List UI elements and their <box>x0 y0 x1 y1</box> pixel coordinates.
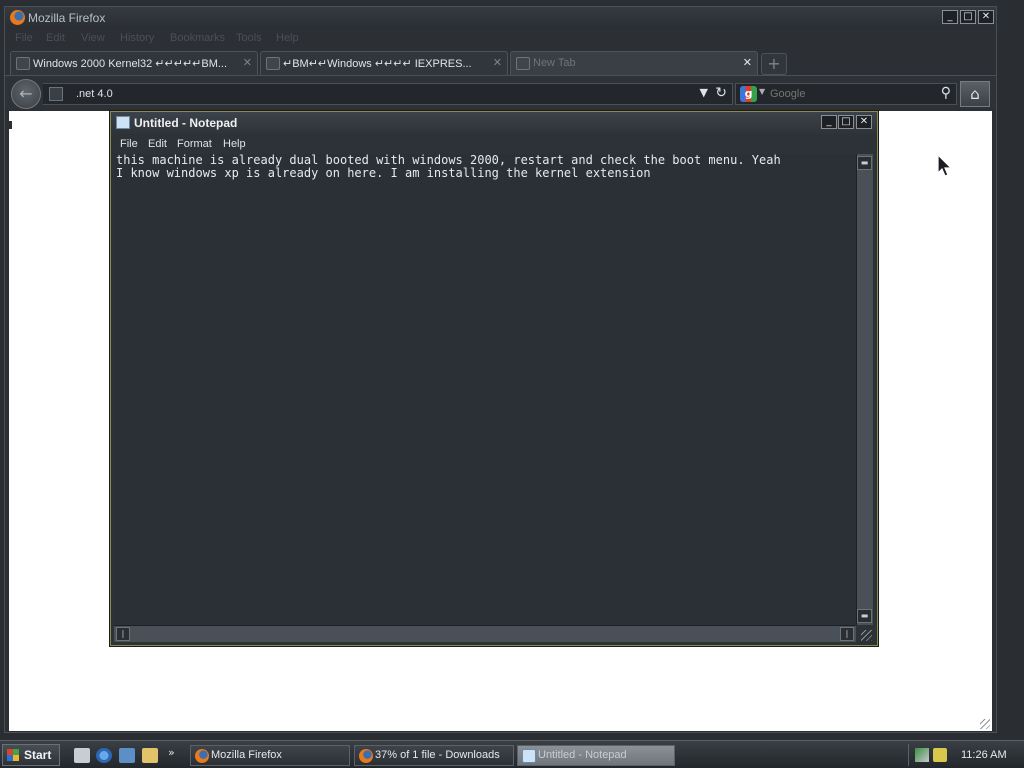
maximize-button[interactable]: □ <box>838 115 854 129</box>
new-tab-button[interactable]: + <box>761 53 787 75</box>
firefox-icon <box>10 10 25 25</box>
firefox-icon <box>359 749 373 763</box>
search-input[interactable] <box>770 87 920 101</box>
menu-tools[interactable]: Tools <box>236 32 262 44</box>
scroll-down-icon[interactable]: ▬ <box>857 609 872 623</box>
home-button[interactable]: ⌂ <box>960 81 990 107</box>
reload-icon[interactable]: ↻ <box>715 85 727 101</box>
scroll-up-icon[interactable]: ▬ <box>857 156 872 170</box>
task-downloads[interactable]: 37% of 1 file - Downloads <box>354 745 514 766</box>
url-text[interactable]: .net 4.0 <box>76 88 113 100</box>
page-icon <box>516 57 530 70</box>
quick-launch-more-icon[interactable]: » <box>168 746 175 759</box>
horizontal-scrollbar[interactable]: | | <box>114 625 856 642</box>
tab-label: ↵BM↵↵Windows ↵↵↵↵ IEXPRES... <box>283 58 472 70</box>
page-edge-mark <box>9 121 12 129</box>
close-icon[interactable]: ✕ <box>493 56 502 69</box>
close-button[interactable]: ✕ <box>978 10 994 24</box>
system-tray: 11:26 AM <box>908 744 1024 766</box>
desktop-background <box>997 6 1024 733</box>
menu-edit[interactable]: Edit <box>46 32 65 44</box>
tab-label: Windows 2000 Kernel32 ↵↵↵↵↵BM... <box>33 58 228 70</box>
chevron-down-icon[interactable]: ▼ <box>759 87 765 96</box>
mouse-cursor-icon <box>937 154 953 177</box>
navigation-bar: ← .net 4.0 ▼ ↻ g ▼ ⚲ ⌂ <box>5 75 996 109</box>
page-icon <box>266 57 280 70</box>
start-label: Start <box>24 748 52 762</box>
clock[interactable]: 11:26 AM <box>961 749 1007 761</box>
minimize-button[interactable]: _ <box>942 10 958 24</box>
menu-view[interactable]: View <box>81 32 105 44</box>
notepad-window: Untitled - Notepad _ □ ✕ File Edit Forma… <box>110 111 878 646</box>
close-icon[interactable]: ✕ <box>743 56 752 69</box>
close-button[interactable]: ✕ <box>856 115 872 129</box>
scroll-right-icon[interactable]: | <box>840 627 854 641</box>
menu-format[interactable]: Format <box>177 138 212 150</box>
maximize-button[interactable]: □ <box>960 10 976 24</box>
start-button[interactable]: Start <box>2 744 60 766</box>
notepad-editor[interactable]: this machine is already dual booted with… <box>114 154 856 625</box>
notepad-icon <box>522 749 536 763</box>
menu-help[interactable]: Help <box>276 32 299 44</box>
notepad-titlebar[interactable]: Untitled - Notepad _ □ ✕ <box>111 112 877 134</box>
search-icon[interactable]: ⚲ <box>941 85 951 101</box>
tab-new-tab[interactable]: New Tab ✕ <box>510 51 758 75</box>
tab-kernel32[interactable]: Windows 2000 Kernel32 ↵↵↵↵↵BM... ✕ <box>10 51 258 75</box>
network-icon[interactable] <box>915 748 929 762</box>
notepad-title: Untitled - Notepad <box>134 116 238 130</box>
notepad-text-area[interactable]: this machine is already dual booted with… <box>116 154 856 624</box>
window-title: Mozilla Firefox <box>28 11 106 25</box>
back-button[interactable]: ← <box>11 79 41 109</box>
close-icon[interactable]: ✕ <box>243 56 252 69</box>
minimize-button[interactable]: _ <box>821 115 837 129</box>
firefox-titlebar[interactable]: Mozilla Firefox _ □ ✕ <box>5 7 996 29</box>
resize-grip[interactable] <box>980 719 990 729</box>
taskbar: Start » Mozilla Firefox 37% of 1 file - … <box>0 740 1024 768</box>
url-history-dropdown-icon[interactable]: ▼ <box>700 86 708 99</box>
firefox-icon <box>195 749 209 763</box>
page-icon <box>49 87 63 101</box>
resize-grip[interactable] <box>861 630 872 641</box>
show-desktop-icon[interactable] <box>74 748 90 763</box>
menu-edit[interactable]: Edit <box>148 138 167 150</box>
search-bar[interactable]: g ▼ ⚲ <box>735 83 957 105</box>
task-label: Untitled - Notepad <box>538 749 627 761</box>
scrollbar-corner <box>856 625 873 642</box>
menu-file[interactable]: File <box>15 32 33 44</box>
tab-iexpress[interactable]: ↵BM↵↵Windows ↵↵↵↵ IEXPRES... ✕ <box>260 51 508 75</box>
task-label: Mozilla Firefox <box>211 749 282 761</box>
menu-help[interactable]: Help <box>223 138 246 150</box>
vertical-scrollbar[interactable]: ▬ ▬ <box>856 154 873 625</box>
menu-bookmarks[interactable]: Bookmarks <box>170 32 225 44</box>
explorer-icon[interactable] <box>142 748 158 763</box>
url-bar[interactable]: .net 4.0 ▼ ↻ <box>43 83 733 105</box>
menu-history[interactable]: History <box>120 32 154 44</box>
windows-logo-icon <box>7 749 19 761</box>
page-icon <box>16 57 30 70</box>
notepad-menu-bar: File Edit Format Help <box>111 134 877 154</box>
notepad-icon <box>116 116 130 129</box>
task-label: 37% of 1 file - Downloads <box>375 749 500 761</box>
google-icon[interactable]: g <box>740 86 757 102</box>
internet-explorer-icon[interactable] <box>96 748 112 763</box>
task-notepad[interactable]: Untitled - Notepad <box>517 745 675 766</box>
scroll-left-icon[interactable]: | <box>116 627 130 641</box>
menu-bar: File Edit View History Bookmarks Tools H… <box>5 29 996 49</box>
tab-label: New Tab <box>533 57 576 69</box>
security-icon[interactable] <box>933 748 947 762</box>
outlook-express-icon[interactable] <box>119 748 135 763</box>
task-firefox[interactable]: Mozilla Firefox <box>190 745 350 766</box>
menu-file[interactable]: File <box>120 138 138 150</box>
